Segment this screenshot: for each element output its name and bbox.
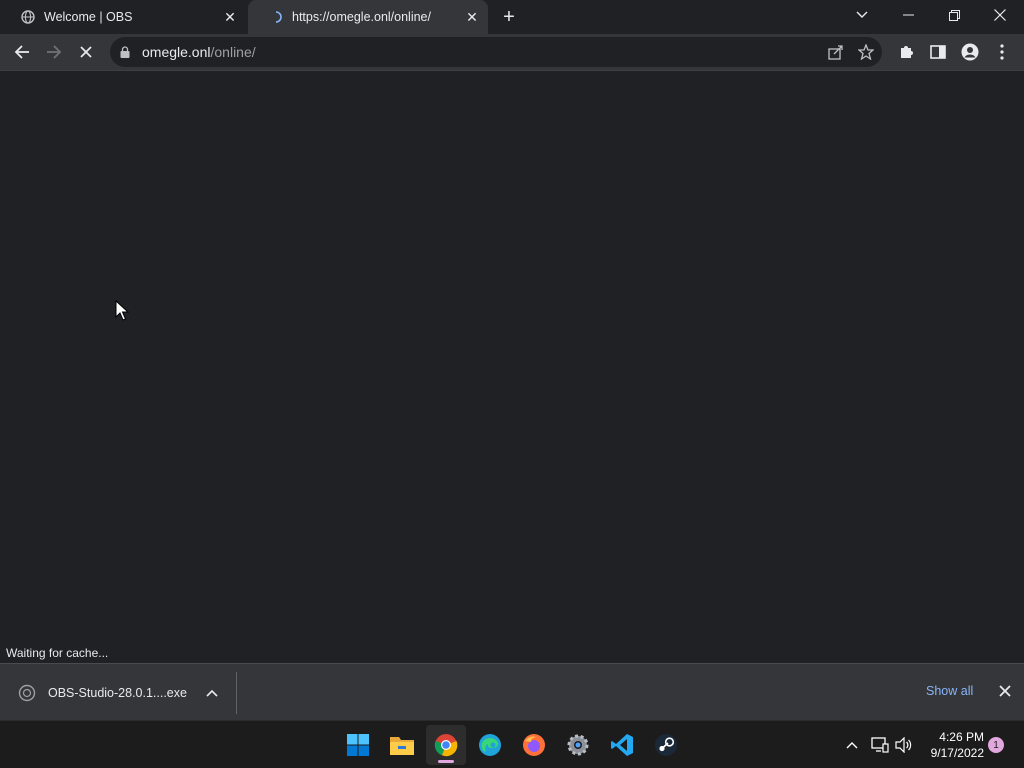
download-filename: OBS-Studio-28.0.1....exe bbox=[48, 686, 187, 700]
minimize-button[interactable] bbox=[886, 0, 930, 30]
active-app-indicator bbox=[438, 760, 454, 763]
steam-icon[interactable] bbox=[646, 725, 686, 765]
url-text: omegle.onl/online/ bbox=[142, 44, 256, 60]
close-tab-icon[interactable]: ✕ bbox=[220, 7, 240, 27]
stop-loading-button[interactable] bbox=[72, 38, 100, 66]
mouse-cursor-icon bbox=[115, 299, 130, 322]
notification-badge[interactable]: 1 bbox=[988, 737, 1004, 753]
download-item[interactable]: OBS-Studio-28.0.1....exe bbox=[18, 682, 219, 704]
tab-search-chevron-icon[interactable] bbox=[840, 0, 884, 30]
page-content[interactable] bbox=[0, 70, 1024, 664]
close-tab-icon[interactable]: ✕ bbox=[462, 7, 482, 27]
extensions-puzzle-icon[interactable] bbox=[892, 38, 920, 66]
tab-title: https://omegle.onl/online/ bbox=[292, 10, 431, 24]
browser-toolbar: omegle.onl/online/ bbox=[0, 34, 1024, 70]
show-all-link[interactable]: Show all bbox=[926, 684, 973, 698]
clock-date: 9/17/2022 bbox=[930, 746, 984, 760]
taskbar: 4:26 PM 9/17/2022 1 bbox=[0, 720, 1024, 768]
settings-icon[interactable] bbox=[558, 725, 598, 765]
tab-omegle-active[interactable]: https://omegle.onl/online/ ✕ bbox=[248, 0, 488, 34]
file-explorer-icon[interactable] bbox=[382, 725, 422, 765]
share-icon[interactable] bbox=[828, 44, 844, 65]
close-window-button[interactable] bbox=[978, 0, 1022, 30]
system-clock[interactable]: 4:26 PM 9/17/2022 bbox=[922, 729, 984, 761]
forward-button[interactable] bbox=[40, 38, 68, 66]
network-icon[interactable] bbox=[870, 735, 890, 755]
download-progress-icon bbox=[18, 684, 36, 702]
status-bubble: Waiting for cache... bbox=[0, 643, 115, 663]
vscode-icon[interactable] bbox=[602, 725, 642, 765]
profile-avatar-icon[interactable] bbox=[956, 38, 984, 66]
bookmark-star-icon[interactable] bbox=[857, 43, 875, 65]
side-panel-icon[interactable] bbox=[924, 38, 952, 66]
close-download-shelf-icon[interactable] bbox=[998, 684, 1014, 700]
back-button[interactable] bbox=[8, 38, 36, 66]
menu-kebab-icon[interactable] bbox=[988, 38, 1016, 66]
new-tab-button[interactable]: + bbox=[498, 6, 520, 28]
tab-title: Welcome | OBS bbox=[44, 10, 133, 24]
loading-spinner-icon bbox=[268, 9, 284, 25]
download-shelf: OBS-Studio-28.0.1....exe Show all bbox=[0, 663, 1024, 720]
show-hidden-icons-chevron-icon[interactable] bbox=[842, 735, 862, 755]
url-path: /online/ bbox=[210, 44, 256, 60]
tab-welcome-obs[interactable]: Welcome | OBS ✕ bbox=[0, 0, 246, 34]
url-host: omegle.onl bbox=[142, 44, 211, 60]
volume-icon[interactable] bbox=[894, 735, 914, 755]
divider bbox=[236, 672, 237, 714]
restore-button[interactable] bbox=[932, 0, 976, 30]
edge-icon[interactable] bbox=[470, 725, 510, 765]
firefox-icon[interactable] bbox=[514, 725, 554, 765]
chevron-up-icon[interactable] bbox=[205, 686, 219, 700]
address-bar[interactable]: omegle.onl/online/ bbox=[110, 37, 882, 67]
title-bar: Welcome | OBS ✕ https://omegle.onl/onlin… bbox=[0, 0, 1024, 34]
globe-icon bbox=[20, 9, 36, 25]
lock-icon[interactable] bbox=[120, 45, 132, 59]
chrome-icon[interactable] bbox=[426, 725, 466, 765]
clock-time: 4:26 PM bbox=[939, 730, 984, 744]
windows-start-icon[interactable] bbox=[338, 725, 378, 765]
